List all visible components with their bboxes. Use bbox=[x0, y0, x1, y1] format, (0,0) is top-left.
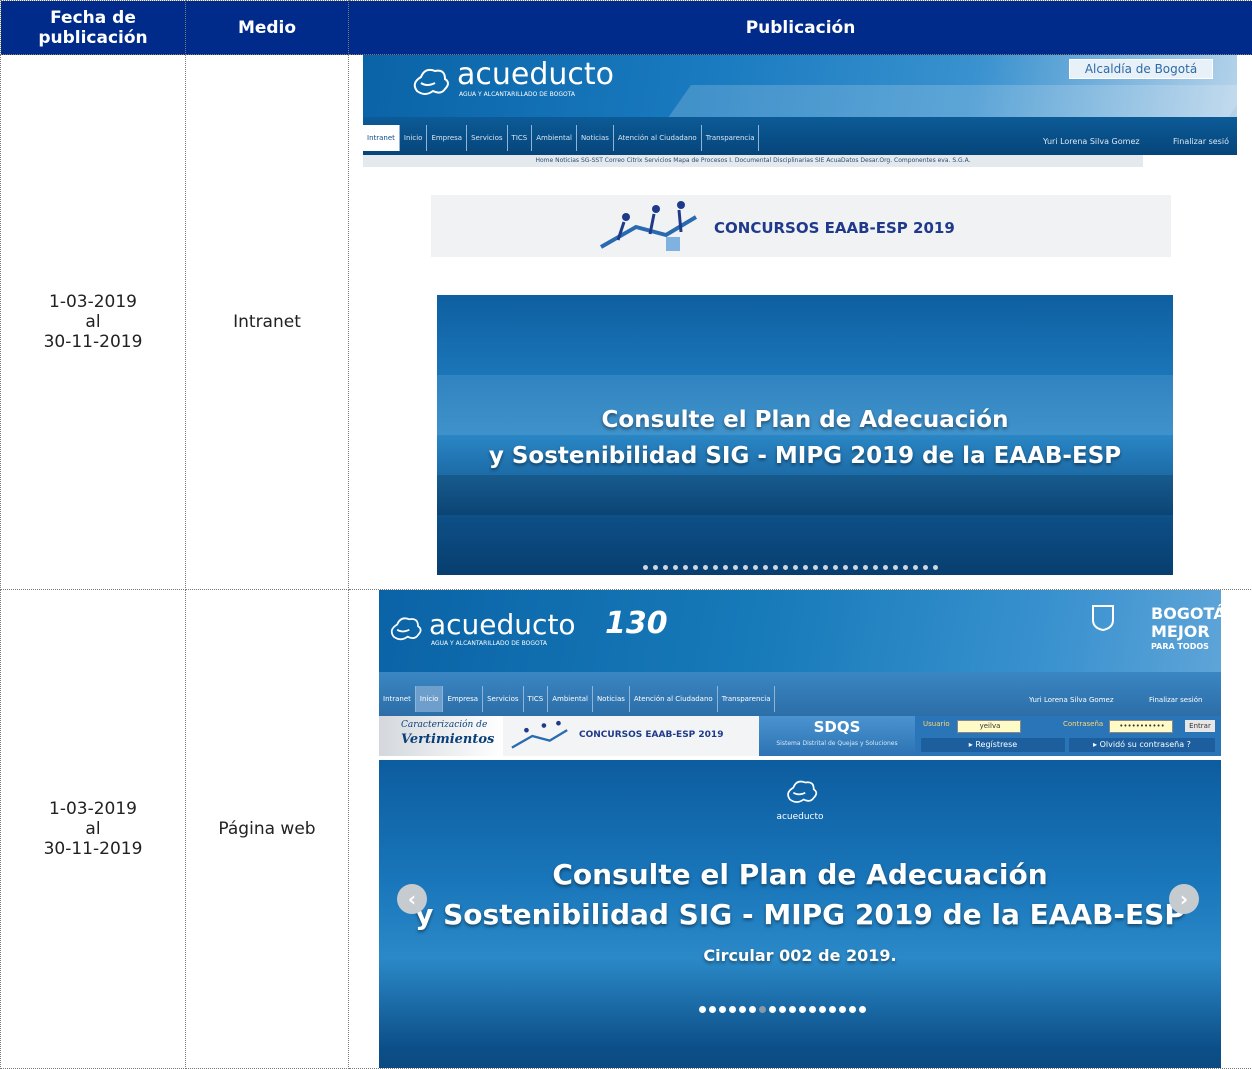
medio-cell: Página web bbox=[185, 589, 349, 1069]
fecha-to: 30-11-2019 bbox=[43, 332, 143, 352]
web-user-name: Yuri Lorena Silva Gomez bbox=[1029, 696, 1114, 704]
olvido-button[interactable]: ▸ Olvidó su contraseña ? bbox=[1069, 738, 1215, 752]
nav-tab-atencion[interactable]: Atención al Ciudadano bbox=[630, 686, 718, 712]
registrese-button[interactable]: ▸ Regístrese bbox=[921, 738, 1065, 752]
contrasena-input[interactable]: ••••••••••• bbox=[1109, 720, 1173, 733]
vertimientos-panel[interactable]: Caracterización de Vertimientos bbox=[379, 716, 503, 756]
registrese-label: Regístrese bbox=[975, 740, 1018, 749]
sdqs-title: SDQS bbox=[813, 718, 861, 736]
nav-tab-tics[interactable]: TICS bbox=[524, 686, 549, 712]
web-hero-line1: Consulte el Plan de Adecuación bbox=[552, 858, 1048, 891]
hero-logo-icon bbox=[787, 780, 818, 803]
web-logo-sub: AGUA Y ALCANTARILLADO DE BOGOTA bbox=[431, 640, 548, 647]
nav-tab-servicios[interactable]: Servicios bbox=[467, 125, 508, 151]
nav-tab-servicios[interactable]: Servicios bbox=[483, 686, 524, 712]
table-row: 1-03-2019 al 30-11-2019 Intranet acueduc… bbox=[0, 54, 1252, 590]
web-hero-line2: y Sostenibilidad SIG - MIPG 2019 de la E… bbox=[415, 898, 1185, 931]
table-row: 1-03-2019 al 30-11-2019 Página web acued… bbox=[0, 589, 1252, 1069]
usuario-input[interactable]: yeilva bbox=[957, 720, 1021, 733]
web-hero-line3: Circular 002 de 2019. bbox=[703, 946, 897, 965]
nav-tab-inicio[interactable]: Inicio bbox=[400, 125, 428, 151]
bogota-word-2: MEJOR bbox=[1151, 622, 1210, 641]
entrar-button[interactable]: Entrar bbox=[1185, 720, 1215, 732]
carousel-next-button[interactable]: › bbox=[1169, 884, 1199, 914]
intranet-hero[interactable]: Consulte el Plan de Adecuación y Sosteni… bbox=[437, 295, 1173, 575]
nav-tab-empresa[interactable]: Empresa bbox=[427, 125, 468, 151]
intranet-subnav[interactable]: Home Noticias SG-SST Correo Citrix Servi… bbox=[363, 155, 1143, 167]
fecha-sep: al bbox=[85, 819, 101, 839]
sdqs-panel[interactable]: SDQS Sistema Distrital de Quejas y Soluc… bbox=[759, 716, 915, 756]
web-quickbar: Caracterización de Vertimientos CONCURSO… bbox=[379, 716, 1221, 756]
web-concursos-title: CONCURSOS EAAB-ESP 2019 bbox=[579, 730, 724, 740]
intranet-user-name: Yuri Lorena Silva Gomez bbox=[1043, 137, 1140, 146]
runners-icon bbox=[511, 720, 568, 749]
header-medio: Medio bbox=[185, 0, 349, 55]
usuario-label: Usuario bbox=[923, 720, 950, 728]
fecha-to: 30-11-2019 bbox=[43, 839, 143, 859]
nav-tab-intranet[interactable]: Intranet bbox=[379, 686, 416, 712]
intranet-logo-sub: AGUA Y ALCANTARILLADO DE BOGOTA bbox=[459, 91, 576, 98]
contrasena-label: Contraseña bbox=[1063, 720, 1104, 728]
web-logout-link[interactable]: Finalizar sesión bbox=[1149, 696, 1202, 704]
vertimientos-line1: Caracterización de bbox=[401, 720, 488, 730]
nav-tab-intranet[interactable]: Intranet bbox=[363, 125, 400, 151]
sdqs-subtitle: Sistema Distrital de Quejas y Soluciones bbox=[776, 740, 898, 747]
intranet-hero-line2: y Sostenibilidad SIG - MIPG 2019 de la E… bbox=[488, 443, 1122, 469]
publicacion-cell: acueducto AGUA Y ALCANTARILLADO DE BOGOT… bbox=[348, 589, 1252, 1069]
web-nav: Intranet Inicio Empresa Servicios TICS A… bbox=[379, 672, 1221, 716]
fecha-cell: 1-03-2019 al 30-11-2019 bbox=[0, 589, 186, 1069]
login-panel: Usuario yeilva Contraseña ••••••••••• En… bbox=[915, 716, 1221, 756]
web-carousel-dots[interactable] bbox=[699, 1006, 866, 1013]
bogota-word-3: PARA TODOS bbox=[1151, 642, 1209, 651]
intranet-screenshot: acueducto AGUA Y ALCANTARILLADO DE BOGOT… bbox=[363, 55, 1237, 580]
table-header-row: Fecha de publicación Medio Publicación bbox=[0, 0, 1252, 55]
fecha-from: 1-03-2019 bbox=[49, 292, 137, 312]
intranet-logout-link[interactable]: Finalizar sesió bbox=[1173, 137, 1229, 146]
bogota-word-1: BOGOTÁ bbox=[1151, 604, 1221, 623]
nav-tab-transparencia[interactable]: Transparencia bbox=[718, 686, 776, 712]
medio-cell: Intranet bbox=[185, 54, 349, 590]
acueducto-logo-icon bbox=[390, 617, 422, 641]
fecha-sep: al bbox=[85, 312, 101, 332]
nav-tab-transparencia[interactable]: Transparencia bbox=[702, 125, 760, 151]
publicacion-cell: acueducto AGUA Y ALCANTARILLADO DE BOGOT… bbox=[348, 54, 1252, 590]
nav-tab-tics[interactable]: TICS bbox=[508, 125, 533, 151]
intranet-carousel-dots[interactable] bbox=[643, 565, 938, 570]
nav-tab-atencion[interactable]: Atención al Ciudadano bbox=[614, 125, 702, 151]
shield-icon bbox=[1092, 605, 1114, 632]
intranet-header: acueducto AGUA Y ALCANTARILLADO DE BOGOT… bbox=[363, 55, 1237, 117]
acueducto-logo-icon bbox=[413, 68, 449, 95]
nav-tab-ambiental[interactable]: Ambiental bbox=[548, 686, 593, 712]
fecha-from: 1-03-2019 bbox=[49, 799, 137, 819]
fecha-cell: 1-03-2019 al 30-11-2019 bbox=[0, 54, 186, 590]
intranet-logo-text: acueducto bbox=[457, 57, 615, 92]
concursos-title: CONCURSOS EAAB-ESP 2019 bbox=[714, 219, 955, 237]
nav-tab-noticias[interactable]: Noticias bbox=[577, 125, 614, 151]
alcaldia-label[interactable]: Alcaldía de Bogotá bbox=[1069, 59, 1213, 79]
runners-icon bbox=[600, 201, 698, 251]
anniversary-badge: 130 bbox=[605, 606, 668, 641]
concursos-banner[interactable]: CONCURSOS EAAB-ESP 2019 bbox=[431, 195, 1171, 257]
nav-tab-ambiental[interactable]: Ambiental bbox=[532, 125, 577, 151]
web-header: acueducto AGUA Y ALCANTARILLADO DE BOGOT… bbox=[379, 590, 1221, 672]
nav-tab-inicio[interactable]: Inicio bbox=[415, 686, 444, 712]
nav-tab-empresa[interactable]: Empresa bbox=[443, 686, 484, 712]
olvido-label: Olvidó su contraseña ? bbox=[1099, 740, 1191, 749]
publication-table: Fecha de publicación Medio Publicación 1… bbox=[0, 0, 1252, 1069]
header-publicacion: Publicación bbox=[348, 0, 1252, 55]
web-logo-text: acueducto bbox=[429, 608, 576, 641]
web-hero-logo: acueducto bbox=[776, 812, 824, 822]
concursos-panel[interactable]: CONCURSOS EAAB-ESP 2019 bbox=[503, 716, 759, 756]
header-fecha: Fecha de publicación bbox=[0, 0, 186, 55]
vertimientos-line2: Vertimientos bbox=[401, 732, 495, 747]
web-hero[interactable]: acueducto Consulte el Plan de Adecuación… bbox=[379, 760, 1221, 1068]
web-screenshot: acueducto AGUA Y ALCANTARILLADO DE BOGOT… bbox=[379, 590, 1221, 1068]
intranet-nav: Intranet Inicio Empresa Servicios TICS A… bbox=[363, 117, 1237, 155]
nav-tab-noticias[interactable]: Noticias bbox=[593, 686, 630, 712]
intranet-hero-line1: Consulte el Plan de Adecuación bbox=[601, 407, 1009, 433]
carousel-prev-button[interactable]: ‹ bbox=[397, 884, 427, 914]
